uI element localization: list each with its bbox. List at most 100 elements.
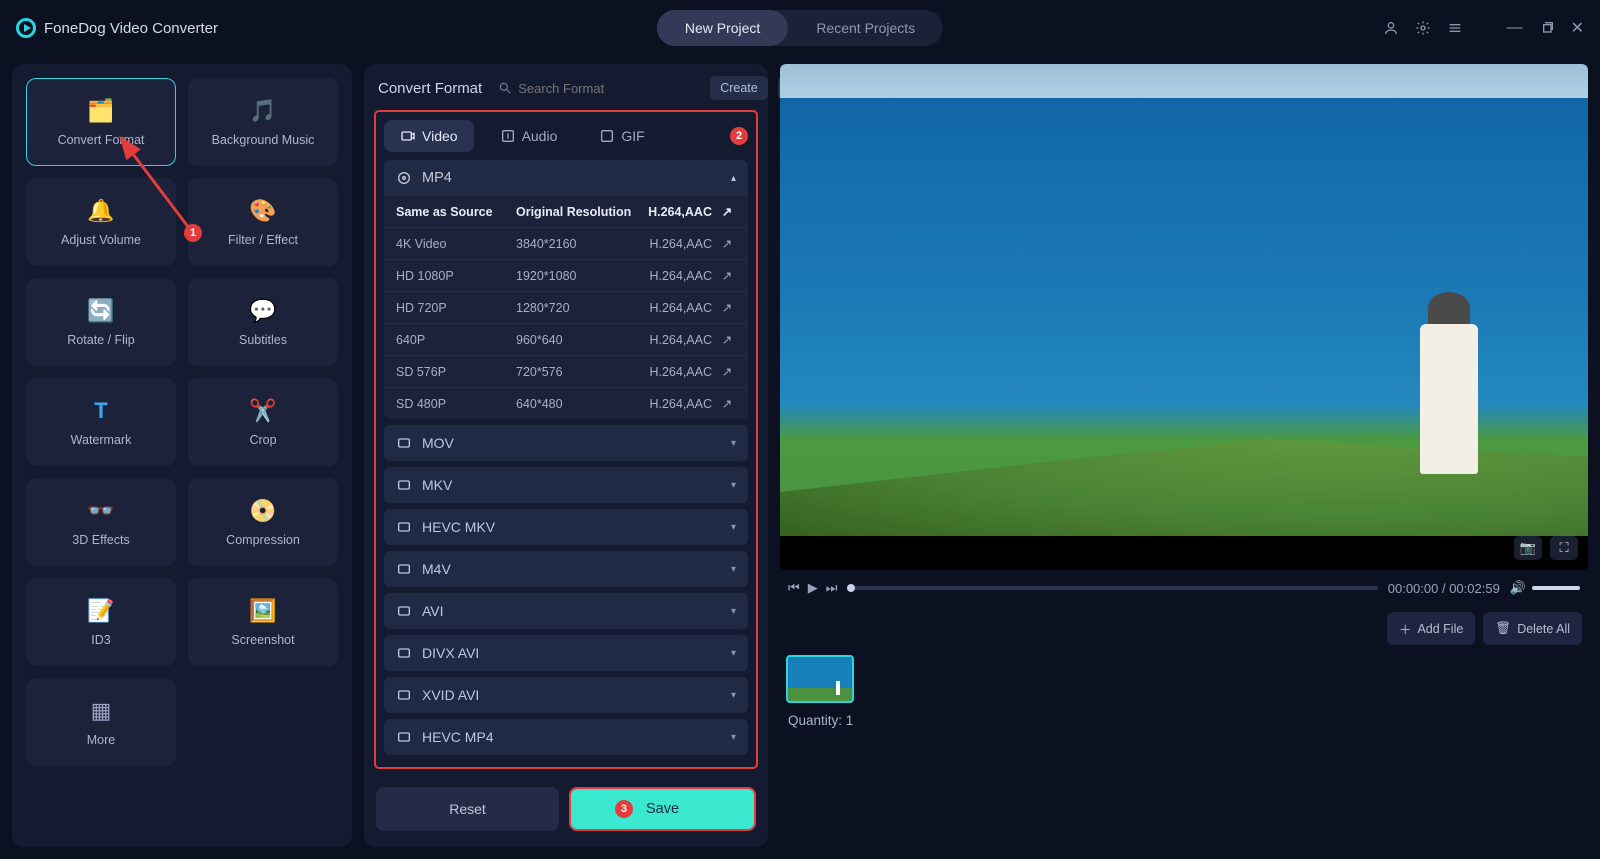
preset-row[interactable]: HD 1080P1920*1080H.264,AAC↗ xyxy=(384,259,748,291)
preset-row[interactable]: 640P960*640H.264,AAC↗ xyxy=(384,323,748,355)
volume-icon[interactable]: 🔊 xyxy=(1510,580,1526,596)
seek-bar[interactable] xyxy=(847,586,1377,590)
volume-icon: 🔔 xyxy=(84,197,118,225)
panel-title: Convert Format xyxy=(378,80,482,97)
add-file-button[interactable]: ＋Add File xyxy=(1387,612,1475,645)
id3-icon: 📝 xyxy=(84,597,118,625)
reset-button[interactable]: Reset xyxy=(376,787,559,831)
convert-format-panel: Convert Format Create ✕ Video Audio xyxy=(364,64,768,847)
snapshot-icon[interactable]: 📷 xyxy=(1514,536,1542,560)
save-button[interactable]: Save xyxy=(571,789,754,829)
format-collapsed[interactable]: MKV▾ xyxy=(384,467,748,503)
3d-icon: 👓 xyxy=(84,497,118,525)
format-collapsed[interactable]: AVI▾ xyxy=(384,593,748,629)
annotation-step-1: 1 xyxy=(184,224,202,242)
format-collapsed[interactable]: MOV▾ xyxy=(384,425,748,461)
chevron-down-icon: ▾ xyxy=(731,480,736,491)
preset-row[interactable]: HD 720P1280*720H.264,AAC↗ xyxy=(384,291,748,323)
external-icon[interactable]: ↗ xyxy=(718,300,736,315)
tool-subtitles[interactable]: 💬 Subtitles xyxy=(188,278,338,366)
delete-all-button[interactable]: 🗑Delete All xyxy=(1483,612,1582,645)
annotation-red-box: Video Audio GIF 2 MP4 xyxy=(374,110,758,769)
format-icon xyxy=(396,645,412,661)
external-icon[interactable]: ↗ xyxy=(718,364,736,379)
app-title: FoneDog Video Converter xyxy=(44,20,218,37)
create-button[interactable]: Create xyxy=(710,76,768,100)
tab-new-project[interactable]: New Project xyxy=(657,10,788,46)
preview-panel: 📷 ⛶ ⏮ ▶ ⏭ 00:00:00 / 00:02:59 🔊 xyxy=(780,64,1588,847)
tool-id3[interactable]: 📝 ID3 xyxy=(26,578,176,666)
preset-row[interactable]: SD 576P720*576H.264,AAC↗ xyxy=(384,355,748,387)
compress-icon: 📀 xyxy=(246,497,280,525)
gif-icon xyxy=(599,128,615,144)
gear-icon[interactable] xyxy=(1415,20,1431,36)
menu-icon[interactable] xyxy=(1447,20,1463,36)
format-collapsed[interactable]: HEVC MP4▾ xyxy=(384,719,748,755)
tab-gif[interactable]: GIF xyxy=(583,120,660,152)
subtitles-icon: 💬 xyxy=(246,297,280,325)
tool-sidebar: 🗂️ Convert Format 🎵 Background Music 🔔 A… xyxy=(12,64,352,847)
prev-icon[interactable]: ⏮ xyxy=(788,580,800,596)
tool-rotate-flip[interactable]: 🔄 Rotate / Flip xyxy=(26,278,176,366)
video-preview[interactable]: 📷 ⛶ xyxy=(780,64,1588,570)
tool-screenshot[interactable]: 🖼️ Screenshot xyxy=(188,578,338,666)
music-icon: 🎵 xyxy=(246,97,280,125)
crop-icon: ✂️ xyxy=(246,397,280,425)
tool-3d-effects[interactable]: 👓 3D Effects xyxy=(26,478,176,566)
format-collapsed[interactable]: XVID AVI▾ xyxy=(384,677,748,713)
format-collapsed[interactable]: DIVX AVI▾ xyxy=(384,635,748,671)
tool-watermark[interactable]: T Watermark xyxy=(26,378,176,466)
external-icon[interactable]: ↗ xyxy=(718,268,736,283)
format-collapsed[interactable]: M4V▾ xyxy=(384,551,748,587)
annotation-step-3: 3 xyxy=(615,800,633,818)
preset-row[interactable]: Same as SourceOriginal ResolutionH.264,A… xyxy=(384,196,748,227)
format-icon xyxy=(396,519,412,535)
annotation-step-2: 2 xyxy=(730,127,748,145)
fullscreen-icon[interactable]: ⛶ xyxy=(1550,536,1578,560)
app-logo-icon xyxy=(16,18,36,38)
chevron-down-icon: ▾ xyxy=(731,648,736,659)
tool-crop[interactable]: ✂️ Crop xyxy=(188,378,338,466)
tool-adjust-volume[interactable]: 🔔 Adjust Volume xyxy=(26,178,176,266)
external-icon[interactable]: ↗ xyxy=(718,204,736,219)
more-icon: ▦ xyxy=(84,697,118,725)
filter-icon: 🎨 xyxy=(246,197,280,225)
thumbnail-item[interactable] xyxy=(786,655,854,703)
account-icon[interactable] xyxy=(1383,20,1399,36)
next-icon[interactable]: ⏭ xyxy=(826,580,838,596)
play-icon[interactable]: ▶ xyxy=(808,580,818,596)
chevron-down-icon: ▾ xyxy=(731,522,736,533)
external-icon[interactable]: ↗ xyxy=(718,332,736,347)
screenshot-icon: 🖼️ xyxy=(246,597,280,625)
quantity-display: Quantity: 1 xyxy=(780,703,1588,728)
format-icon xyxy=(396,687,412,703)
tool-background-music[interactable]: 🎵 Background Music xyxy=(188,78,338,166)
tab-audio[interactable]: Audio xyxy=(484,120,574,152)
tool-compression[interactable]: 📀 Compression xyxy=(188,478,338,566)
format-icon xyxy=(396,561,412,577)
search-format[interactable] xyxy=(492,77,700,100)
chevron-down-icon: ▾ xyxy=(731,606,736,617)
preset-row[interactable]: 4K Video3840*2160H.264,AAC↗ xyxy=(384,227,748,259)
chevron-down-icon: ▾ xyxy=(731,690,736,701)
window-close-icon[interactable]: ✕ xyxy=(1571,18,1584,38)
video-icon xyxy=(400,128,416,144)
trash-icon: 🗑 xyxy=(1495,621,1511,636)
window-restore-icon[interactable] xyxy=(1539,20,1555,36)
format-collapsed[interactable]: HEVC MKV▾ xyxy=(384,509,748,545)
preset-list: Same as SourceOriginal ResolutionH.264,A… xyxy=(384,196,748,419)
external-icon[interactable]: ↗ xyxy=(718,396,736,411)
rotate-icon: 🔄 xyxy=(84,297,118,325)
thumbnail-strip xyxy=(780,655,1588,703)
external-icon[interactable]: ↗ xyxy=(718,236,736,251)
tool-convert-format[interactable]: 🗂️ Convert Format xyxy=(26,78,176,166)
format-expanded-mp4[interactable]: MP4 ▴ xyxy=(384,160,748,196)
preset-row[interactable]: SD 480P640*480H.264,AAC↗ xyxy=(384,387,748,419)
tab-video[interactable]: Video xyxy=(384,120,474,152)
volume-slider[interactable] xyxy=(1532,586,1580,590)
window-minimize-icon[interactable]: — xyxy=(1507,19,1523,37)
tool-more[interactable]: ▦ More xyxy=(26,678,176,766)
tool-filter-effect[interactable]: 🎨 Filter / Effect xyxy=(188,178,338,266)
search-input[interactable] xyxy=(518,81,694,96)
tab-recent-projects[interactable]: Recent Projects xyxy=(788,10,943,46)
